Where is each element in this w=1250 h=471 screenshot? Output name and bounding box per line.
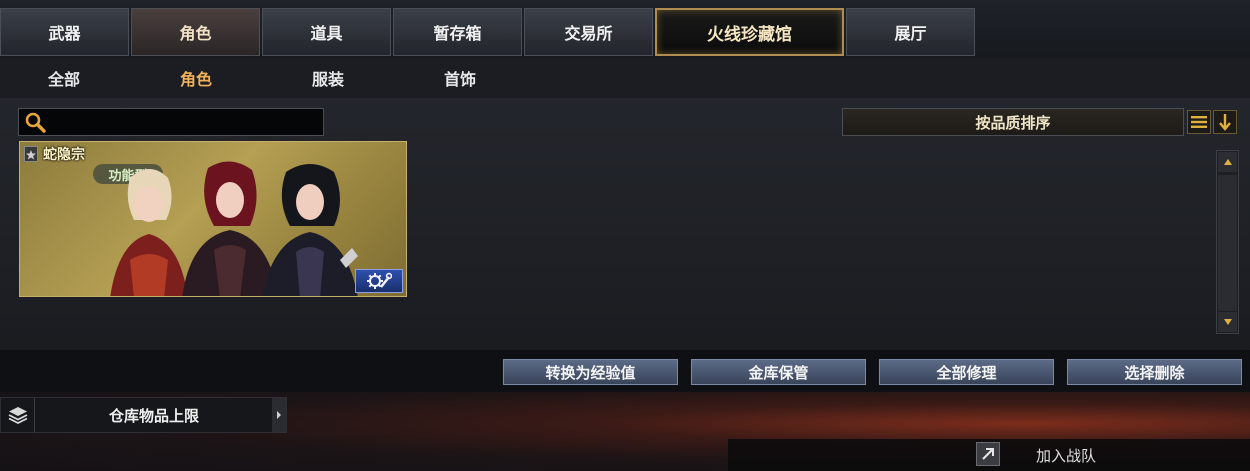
- subtab-accessories[interactable]: 首饰: [396, 58, 524, 98]
- storage-limit-label: 仓库物品上限: [108, 406, 199, 425]
- join-team-bar: 加入战队: [728, 439, 1250, 471]
- subtab-characters[interactable]: 角色: [132, 58, 260, 98]
- search-box: [18, 108, 324, 136]
- tab-showroom[interactable]: 展厅: [846, 8, 975, 56]
- join-team-link[interactable]: 加入战队: [1036, 439, 1096, 471]
- sort-direction-icon[interactable]: [1213, 110, 1237, 134]
- search-input[interactable]: [51, 109, 323, 135]
- expand-arrow-icon[interactable]: [272, 398, 286, 432]
- scroll-up-icon[interactable]: [1218, 152, 1237, 172]
- inventory-scrollbar[interactable]: [1216, 150, 1239, 334]
- sort-list-icon[interactable]: [1187, 110, 1211, 134]
- tab-temp-storage[interactable]: 暂存箱: [393, 8, 522, 56]
- tab-firewire-collection[interactable]: 火线珍藏馆: [655, 8, 844, 56]
- inventory-panel: 按品质排序 蛇隐宗 功能型: [0, 98, 1250, 392]
- scrollbar-track[interactable]: [1218, 175, 1237, 311]
- sub-tab-bar: 全部 角色 服装 首饰: [0, 58, 1250, 98]
- gear-wrench-icon: [367, 272, 392, 289]
- tab-weapons[interactable]: 武器: [0, 8, 129, 56]
- character-portraits: [110, 161, 358, 296]
- sort-dropdown[interactable]: 按品质排序: [842, 108, 1184, 136]
- item-name: 蛇隐宗: [43, 147, 85, 163]
- layers-icon: [1, 398, 35, 432]
- tab-items[interactable]: 道具: [262, 8, 391, 56]
- tab-exchange[interactable]: 交易所: [524, 8, 653, 56]
- main-tab-bar: 武器 角色 道具 暂存箱 交易所 火线珍藏馆 展厅: [0, 0, 1250, 58]
- item-card[interactable]: 蛇隐宗 功能型: [19, 141, 407, 297]
- convert-to-exp-button[interactable]: 转换为经验值: [503, 359, 678, 385]
- bookmark-icon[interactable]: [24, 146, 38, 162]
- search-icon[interactable]: [19, 108, 51, 136]
- subtab-outfits[interactable]: 服装: [264, 58, 392, 98]
- external-link-icon[interactable]: [976, 442, 1000, 466]
- tab-characters[interactable]: 角色: [131, 8, 260, 56]
- select-delete-button[interactable]: 选择删除: [1067, 359, 1242, 385]
- repair-settings-button[interactable]: [355, 269, 403, 293]
- vault-storage-button[interactable]: 金库保管: [691, 359, 866, 385]
- scroll-down-icon[interactable]: [1218, 312, 1237, 332]
- subtab-all[interactable]: 全部: [0, 58, 128, 98]
- sort-label: 按品质排序: [975, 113, 1051, 132]
- bottom-area: 仓库物品上限 加入战队: [0, 392, 1250, 471]
- storage-limit-bar[interactable]: 仓库物品上限: [0, 397, 287, 433]
- repair-all-button[interactable]: 全部修理: [879, 359, 1054, 385]
- action-bar: 转换为经验值 金库保管 全部修理 选择删除: [0, 350, 1250, 392]
